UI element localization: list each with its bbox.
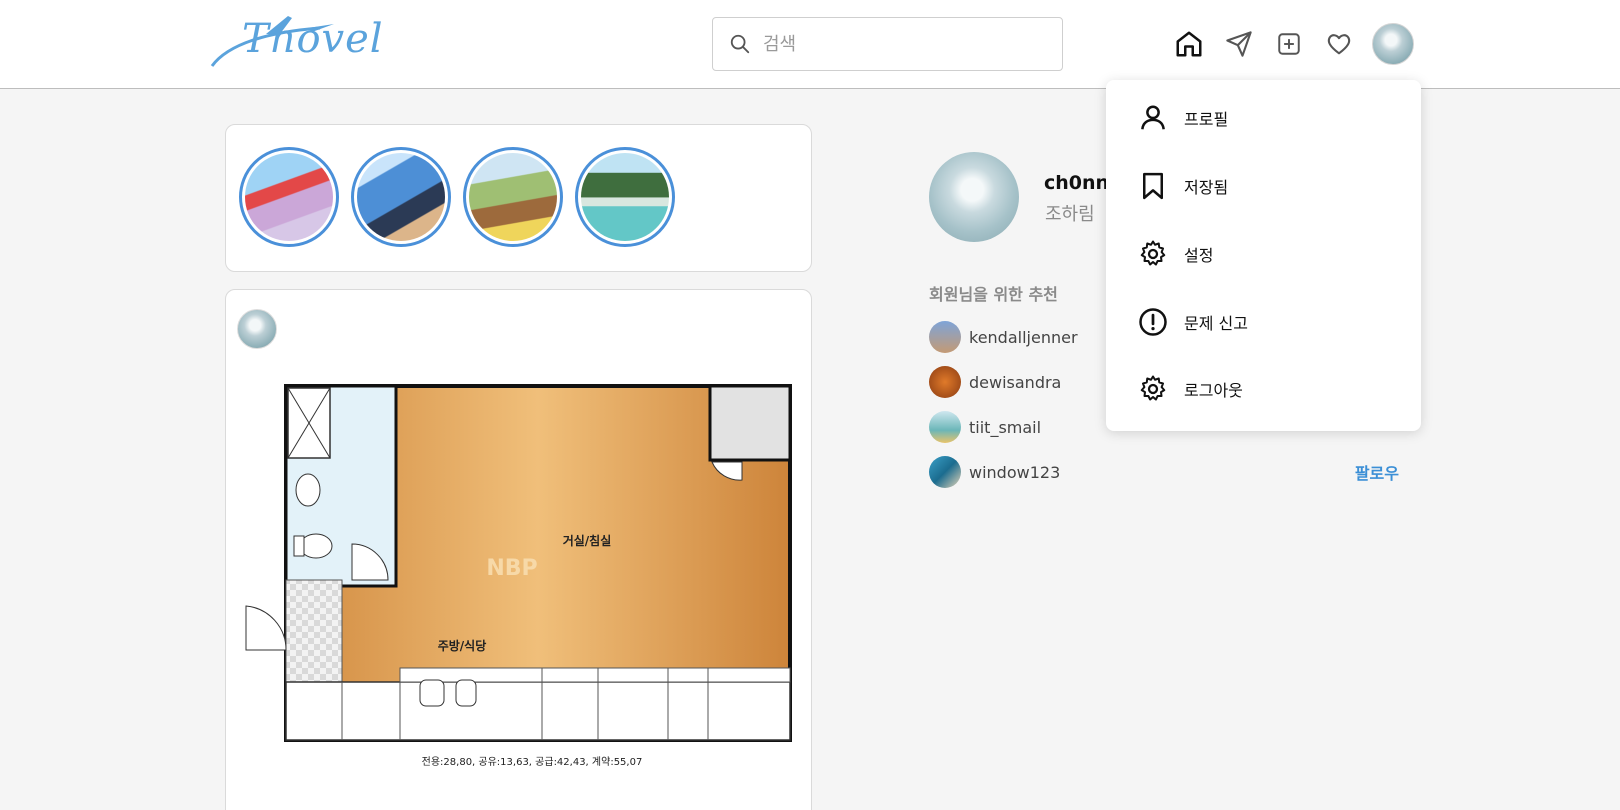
recommend-row: window123 팔로우: [929, 455, 1399, 489]
menu-item-label: 저장됨: [1184, 178, 1229, 197]
search-input[interactable]: [763, 33, 1043, 55]
menu-item-label: 로그아웃: [1184, 381, 1243, 400]
area-caption: 전용:28,80, 공유:13,63, 공급:42,43, 계약:55,07: [422, 756, 643, 768]
story-avatar[interactable]: [575, 147, 675, 247]
my-username[interactable]: ch0nn: [1044, 172, 1109, 194]
recommend-avatar[interactable]: [929, 321, 961, 353]
story-avatar[interactable]: [351, 147, 451, 247]
my-display-name: 조하림: [1045, 204, 1095, 225]
kitchen-label: 주방/식당: [438, 638, 487, 653]
gear-icon: [1136, 372, 1170, 406]
menu-item-label: 설정: [1184, 246, 1214, 265]
menu-item-label: 프로필: [1184, 110, 1229, 129]
menu-item-logout[interactable]: 로그아웃: [1136, 371, 1243, 407]
top-header: Tnovel: [0, 0, 1620, 89]
heart-icon[interactable]: [1322, 27, 1356, 61]
recommend-avatar[interactable]: [929, 366, 961, 398]
menu-item-settings[interactable]: 설정: [1136, 236, 1213, 272]
menu-item-saved[interactable]: 저장됨: [1136, 168, 1228, 204]
floorplan-image: 거실/침실 NBP 주방/식당 전용:28,80, 공유:13,63, 공급:4…: [245, 384, 792, 768]
home-icon[interactable]: [1172, 27, 1206, 61]
post-author-avatar[interactable]: [237, 309, 277, 349]
send-icon[interactable]: [1222, 27, 1256, 61]
menu-item-label: 문제 신고: [1184, 314, 1248, 333]
story-avatar[interactable]: [239, 147, 339, 247]
room-label: 거실/침실: [563, 533, 612, 548]
gear-icon: [1136, 237, 1170, 271]
stories-bar: [225, 124, 812, 272]
search-box[interactable]: [712, 17, 1063, 71]
search-icon: [730, 34, 750, 54]
recommend-avatar[interactable]: [929, 456, 961, 488]
profile-dropdown-menu: 프로필 저장됨 설정 문제 신고 로그아웃: [1106, 80, 1421, 431]
logo-text: Tnovel: [242, 16, 384, 62]
bookmark-icon: [1136, 169, 1170, 203]
feed-post: 거실/침실 NBP 주방/식당 전용:28,80, 공유:13,63, 공급:4…: [225, 289, 812, 810]
menu-item-report[interactable]: 문제 신고: [1136, 304, 1248, 340]
recommend-username[interactable]: kendalljenner: [969, 328, 1078, 347]
story-avatar[interactable]: [463, 147, 563, 247]
follow-button[interactable]: 팔로우: [1355, 460, 1399, 484]
watermark-text: NBP: [486, 556, 537, 581]
recommend-title: 회원님을 위한 추천: [929, 285, 1058, 304]
recommend-username[interactable]: tiit_smail: [969, 418, 1041, 437]
recommend-username[interactable]: dewisandra: [969, 373, 1061, 392]
alert-circle-icon: [1136, 305, 1170, 339]
profile-avatar[interactable]: [1372, 23, 1414, 65]
recommend-avatar[interactable]: [929, 411, 961, 443]
app-logo[interactable]: Tnovel: [208, 14, 383, 74]
my-profile-avatar[interactable]: [929, 152, 1019, 242]
add-post-icon[interactable]: [1272, 27, 1306, 61]
person-icon: [1136, 101, 1170, 135]
menu-item-profile[interactable]: 프로필: [1136, 100, 1228, 136]
recommend-username[interactable]: window123: [969, 463, 1060, 482]
